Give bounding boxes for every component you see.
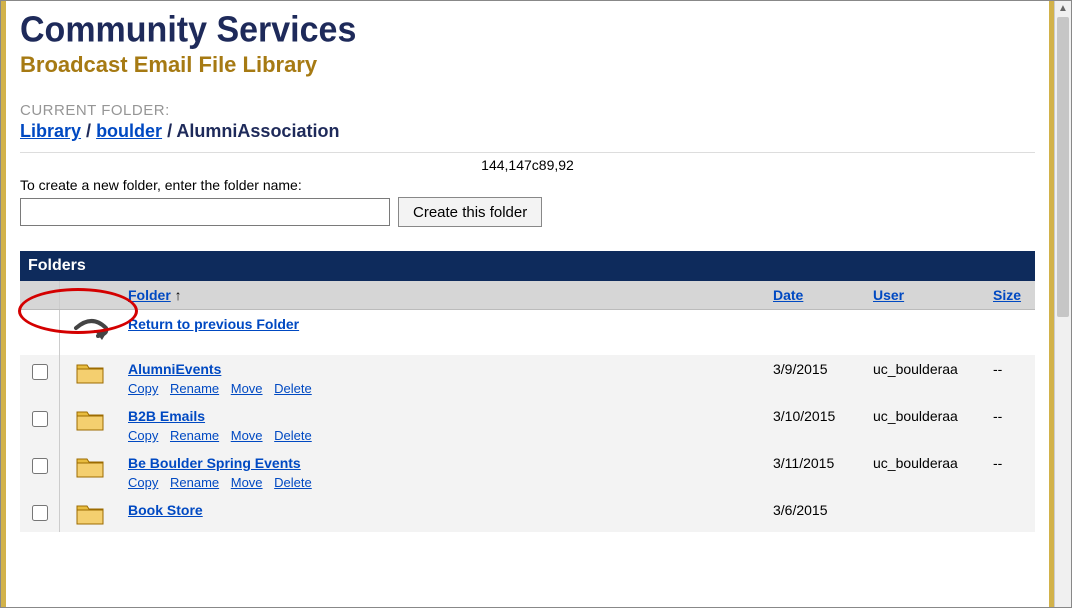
folder-link[interactable]: AlumniEvents bbox=[128, 361, 221, 377]
copy-action[interactable]: Copy bbox=[128, 381, 158, 396]
scroll-up-icon[interactable]: ▲ bbox=[1055, 3, 1071, 14]
column-folder: Folder ↑ bbox=[120, 281, 765, 310]
rename-action[interactable]: Rename bbox=[170, 381, 219, 396]
rename-action[interactable]: Rename bbox=[170, 428, 219, 443]
scrollbar[interactable]: ▲ bbox=[1054, 1, 1071, 607]
delete-action[interactable]: Delete bbox=[274, 428, 312, 443]
sort-folder-link[interactable]: Folder bbox=[128, 287, 171, 303]
row-size: -- bbox=[985, 402, 1035, 449]
row-user: uc_boulderaa bbox=[865, 402, 985, 449]
folder-link[interactable]: B2B Emails bbox=[128, 408, 205, 424]
breadcrumb-sep: / bbox=[86, 121, 96, 141]
return-arrow-icon bbox=[68, 316, 112, 349]
row-checkbox[interactable] bbox=[32, 458, 48, 474]
breadcrumb-library-link[interactable]: Library bbox=[20, 121, 81, 141]
row-date: 3/10/2015 bbox=[765, 402, 865, 449]
row-user: uc_boulderaa bbox=[865, 449, 985, 496]
page-subtitle: Broadcast Email File Library bbox=[20, 52, 1035, 78]
row-date: 3/11/2015 bbox=[765, 449, 865, 496]
rename-action[interactable]: Rename bbox=[170, 475, 219, 490]
create-folder-prompt: To create a new folder, enter the folder… bbox=[20, 177, 1035, 193]
breadcrumb: Library / boulder / AlumniAssociation bbox=[20, 121, 1035, 142]
row-user bbox=[865, 496, 985, 532]
row-size: -- bbox=[985, 449, 1035, 496]
folders-section-header: Folders bbox=[20, 251, 1035, 281]
column-select-all bbox=[20, 281, 60, 310]
row-checkbox[interactable] bbox=[32, 505, 48, 521]
folder-icon bbox=[60, 449, 121, 496]
row-size: -- bbox=[985, 355, 1035, 402]
folder-link[interactable]: Book Store bbox=[128, 502, 203, 518]
row-date: 3/6/2015 bbox=[765, 496, 865, 532]
sort-user-link[interactable]: User bbox=[873, 287, 904, 303]
scroll-thumb[interactable] bbox=[1057, 17, 1069, 317]
row-user: uc_boulderaa bbox=[865, 355, 985, 402]
new-folder-name-input[interactable] bbox=[20, 198, 390, 226]
sort-date-link[interactable]: Date bbox=[773, 287, 803, 303]
row-date: 3/9/2015 bbox=[765, 355, 865, 402]
return-to-previous-link[interactable]: Return to previous Folder bbox=[128, 316, 299, 332]
row-size bbox=[985, 496, 1035, 532]
current-folder-label: CURRENT FOLDER: bbox=[20, 102, 1035, 119]
delete-action[interactable]: Delete bbox=[274, 475, 312, 490]
delete-action[interactable]: Delete bbox=[274, 381, 312, 396]
folder-icon bbox=[60, 402, 121, 449]
folders-table: Folder ↑ Date User Size bbox=[20, 281, 1035, 532]
move-action[interactable]: Move bbox=[231, 381, 263, 396]
move-action[interactable]: Move bbox=[231, 475, 263, 490]
breadcrumb-current: AlumniAssociation bbox=[176, 121, 339, 141]
sort-size-link[interactable]: Size bbox=[993, 287, 1021, 303]
debug-text: 144,147c89,92 bbox=[20, 157, 1035, 173]
divider bbox=[20, 152, 1035, 153]
row-checkbox[interactable] bbox=[32, 364, 48, 380]
row-checkbox[interactable] bbox=[32, 411, 48, 427]
folder-icon bbox=[60, 355, 121, 402]
create-folder-button[interactable]: Create this folder bbox=[398, 197, 542, 227]
move-action[interactable]: Move bbox=[231, 428, 263, 443]
folder-icon bbox=[60, 496, 121, 532]
app-title: Community Services bbox=[20, 10, 1035, 51]
breadcrumb-campus-link[interactable]: boulder bbox=[96, 121, 162, 141]
folder-link[interactable]: Be Boulder Spring Events bbox=[128, 455, 301, 471]
sort-indicator-icon: ↑ bbox=[175, 287, 182, 303]
copy-action[interactable]: Copy bbox=[128, 475, 158, 490]
copy-action[interactable]: Copy bbox=[128, 428, 158, 443]
column-icon bbox=[60, 281, 121, 310]
